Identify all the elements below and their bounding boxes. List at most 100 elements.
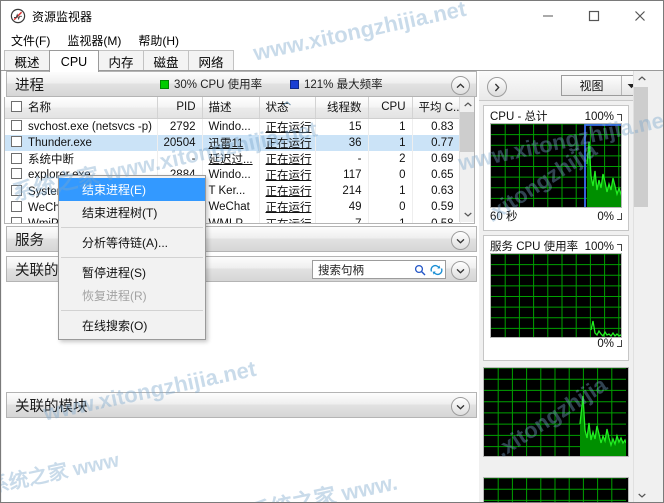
row-checkbox[interactable] — [11, 136, 22, 148]
tab-memory[interactable]: 内存 — [98, 50, 144, 71]
graph-pane-collapse-button[interactable] — [487, 77, 507, 97]
title-bar: 资源监视器 — [1, 1, 663, 31]
cell-pid: 2792 — [157, 118, 203, 135]
menu-bar: 文件(F) 监视器(M) 帮助(H) — [1, 31, 663, 49]
max-frequency-swatch — [290, 79, 299, 89]
scroll-up-icon[interactable] — [460, 97, 474, 112]
column-header-avgcpu[interactable]: 平均 C... — [412, 97, 461, 119]
scroll-up-icon[interactable] — [634, 71, 648, 86]
process-context-menu: 结束进程(E) 结束进程树(T) 分析等待链(A)... 暂停进程(S) 恢复进… — [58, 175, 206, 340]
cell-cpu: 1 — [368, 118, 413, 135]
chevron-down-icon — [456, 404, 465, 410]
processes-section-title: 进程 — [15, 77, 44, 94]
cell-threads: 15 — [315, 118, 369, 135]
table-row[interactable]: 系统中断 - 延迟过... 正在运行 - 2 0.69 — [5, 150, 461, 167]
handles-expand-button[interactable] — [451, 261, 470, 280]
row-checkbox[interactable] — [11, 217, 22, 223]
graph-min-label-cpu-total: 0% — [597, 211, 622, 223]
cell-description: WeChat — [202, 199, 260, 216]
column-header-threads[interactable]: 线程数 — [315, 97, 369, 119]
column-header-pid[interactable]: PID — [157, 97, 203, 119]
context-menu-item-analyze-wait-chain[interactable]: 分析等待链(A)... — [59, 231, 205, 254]
cell-name: 系统中断 — [28, 153, 74, 166]
processes-table-scrollbar[interactable] — [459, 97, 474, 222]
table-row[interactable]: svchost.exe (netsvcs -p) 2792 Windo... 正… — [5, 118, 461, 135]
row-checkbox[interactable] — [11, 120, 22, 131]
column-header-cpu[interactable]: CPU — [368, 97, 413, 119]
close-button[interactable] — [617, 2, 663, 31]
select-all-checkbox[interactable] — [11, 101, 22, 113]
scrollbar-thumb[interactable] — [460, 112, 474, 152]
cell-status: 正在运行 — [265, 202, 312, 215]
view-dropdown-label: 视图 — [579, 79, 604, 93]
magnifier-icon[interactable] — [412, 264, 428, 276]
row-checkbox[interactable] — [11, 200, 22, 212]
maximize-button[interactable] — [571, 2, 617, 31]
modules-expand-button[interactable] — [451, 397, 470, 416]
processes-collapse-button[interactable] — [451, 76, 470, 95]
context-menu-item-end-process[interactable]: 结束进程(E) — [59, 178, 205, 201]
graph-max-label-service-cpu: 100% — [585, 241, 622, 253]
processes-section-header[interactable]: 进程 30% CPU 使用率 121% 最大频率 — [6, 71, 477, 97]
column-label-name: 名称 — [28, 102, 51, 115]
context-menu-item-suspend-process[interactable]: 暂停进程(S) — [59, 261, 205, 284]
column-header-description[interactable]: 描述 — [202, 97, 260, 119]
scroll-down-icon[interactable] — [634, 488, 648, 502]
resource-monitor-window: 资源监视器 文件(F) 监视器(M) 帮助(H) 概述 CPU 内存 磁盘 网络… — [0, 0, 664, 503]
cell-description: Windo... — [202, 166, 260, 184]
view-dropdown-button[interactable]: 视图 — [561, 75, 641, 96]
tab-overview[interactable]: 概述 — [4, 50, 50, 71]
cell-description: WMI P... — [202, 215, 260, 223]
scroll-down-icon[interactable] — [460, 207, 474, 222]
row-checkbox[interactable] — [11, 184, 22, 196]
graph-footer-service-cpu: 0% — [490, 338, 622, 353]
graph-pane: 视图 CPU - 总计 100% 60 秒 0% 服务 CPU 使用率 100%… — [479, 71, 648, 502]
context-menu-item-search-online[interactable]: 在线搜索(O) — [59, 314, 205, 337]
services-expand-button[interactable] — [451, 231, 470, 250]
cell-avgcpu: 0.65 — [412, 166, 461, 184]
services-section-title: 服务 — [15, 232, 44, 249]
graph-plot-cpu-core-1 — [483, 477, 629, 502]
cell-cpu: 1 — [368, 183, 413, 200]
cell-name: svchost.exe (netsvcs -p) — [28, 121, 152, 133]
menu-monitor[interactable]: 监视器(M) — [65, 31, 123, 50]
refresh-icon[interactable] — [428, 264, 445, 276]
row-checkbox[interactable] — [11, 152, 22, 164]
cell-threads: 117 — [315, 166, 369, 184]
table-header-row: 名称 PID 描述 状态 线程数 CPU 平均 C... — [5, 97, 461, 119]
graph-scroll-area: CPU - 总计 100% 60 秒 0% 服务 CPU 使用率 100% 0% — [479, 101, 633, 502]
column-header-name[interactable]: 名称 — [5, 97, 158, 119]
context-menu-item-end-process-tree[interactable]: 结束进程树(T) — [59, 201, 205, 224]
search-input[interactable]: 搜索句柄 — [318, 262, 412, 278]
cell-avgcpu: 0.63 — [412, 183, 461, 200]
cell-avgcpu: 0.59 — [412, 199, 461, 216]
graph-pane-scrollbar[interactable] — [633, 71, 648, 502]
cell-avgcpu: 0.58 — [412, 215, 461, 223]
cell-cpu: 2 — [368, 150, 413, 167]
graph-max-label-cpu-total: 100% — [585, 111, 622, 123]
tab-cpu[interactable]: CPU — [49, 50, 99, 72]
cell-pid: 20504 — [157, 134, 203, 151]
tab-network[interactable]: 网络 — [188, 50, 234, 71]
handle-search-box[interactable]: 搜索句柄 — [312, 260, 446, 279]
table-row[interactable]: Thunder.exe 20504 迅雷11 正在运行 36 1 0.77 — [5, 134, 461, 151]
cell-cpu: 0 — [368, 199, 413, 216]
max-frequency-label: 121% 最大频率 — [304, 79, 383, 91]
cpu-usage-swatch — [160, 79, 169, 89]
column-header-status[interactable]: 状态 — [259, 97, 316, 119]
cell-status: 正在运行 — [265, 153, 312, 166]
menu-file[interactable]: 文件(F) — [9, 31, 52, 50]
context-menu-separator — [61, 257, 203, 258]
tab-disk[interactable]: 磁盘 — [143, 50, 189, 71]
row-checkbox[interactable] — [11, 168, 22, 180]
menu-help[interactable]: 帮助(H) — [136, 31, 181, 50]
cell-threads: 7 — [315, 215, 369, 223]
max-frequency-stat: 121% 最大频率 — [290, 76, 383, 92]
scrollbar-thumb[interactable] — [634, 87, 648, 207]
graph-header-cpu-total: CPU - 总计 100% — [490, 108, 622, 123]
modules-section-title: 关联的模块 — [15, 398, 88, 415]
modules-section-header[interactable]: 关联的模块 — [6, 392, 477, 418]
window-title: 资源监视器 — [32, 9, 93, 24]
minimize-button[interactable] — [525, 2, 571, 31]
cell-description: Windo... — [202, 118, 260, 135]
